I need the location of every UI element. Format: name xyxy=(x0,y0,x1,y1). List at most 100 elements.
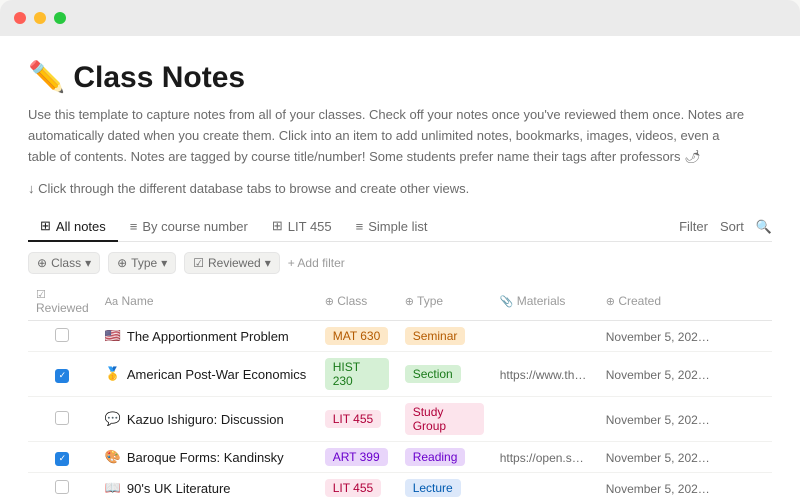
tab-all-notes[interactable]: ⊞ All notes xyxy=(28,212,118,242)
col-type: ⊕ Type xyxy=(397,282,492,321)
class-badge-0: MAT 630 xyxy=(325,327,389,345)
class-badge-1: HIST 230 xyxy=(325,358,389,390)
titlebar xyxy=(0,0,800,36)
type-filter-label: Type xyxy=(131,256,157,270)
row-title-0: The Apportionment Problem xyxy=(127,329,289,344)
created-date-2: November 5, 202… xyxy=(606,413,710,427)
tab-by-course-label: By course number xyxy=(142,219,248,234)
cell-type-3: Reading xyxy=(397,442,492,473)
checkbox-2[interactable] xyxy=(55,411,69,425)
tab-lit455[interactable]: ⊞ LIT 455 xyxy=(260,212,344,242)
row-emoji-2: 💬 xyxy=(105,411,121,427)
tab-all-notes-label: All notes xyxy=(56,219,106,234)
minimize-dot[interactable] xyxy=(34,12,46,24)
cell-created-4: November 5, 202… xyxy=(598,473,772,500)
cell-class-2: LIT 455 xyxy=(317,397,397,442)
type-filter-icon: ⊕ xyxy=(117,256,127,270)
table-row[interactable]: 🎨 Baroque Forms: Kandinsky ART 399 Readi… xyxy=(28,442,772,473)
cell-class-3: ART 399 xyxy=(317,442,397,473)
reviewed-filter-chevron: ▾ xyxy=(265,256,271,270)
class-badge-2: LIT 455 xyxy=(325,410,381,428)
table-header-row: ☑ Reviewed Aa Name ⊕ Class ⊕ Type 📎 Mate… xyxy=(28,282,772,321)
tab-actions: Filter Sort 🔍 xyxy=(679,219,772,235)
table-row[interactable]: 🇺🇸 The Apportionment Problem MAT 630 Sem… xyxy=(28,321,772,352)
checkbox-4[interactable] xyxy=(55,480,69,494)
type-badge-3: Reading xyxy=(405,448,466,466)
created-date-3: November 5, 202… xyxy=(606,451,710,465)
cell-reviewed-4 xyxy=(28,473,97,500)
tab-simple-list[interactable]: ≡ Simple list xyxy=(344,213,440,242)
checkbox-0[interactable] xyxy=(55,328,69,342)
materials-link-3[interactable]: https://open.s… xyxy=(500,451,584,465)
add-filter-label: + Add filter xyxy=(288,256,345,270)
cell-materials-3: https://open.s… xyxy=(492,442,598,473)
cell-name-2: 💬 Kazuo Ishiguro: Discussion xyxy=(97,397,317,442)
cell-name-0: 🇺🇸 The Apportionment Problem xyxy=(97,321,317,352)
add-filter-button[interactable]: + Add filter xyxy=(288,256,345,270)
filter-button[interactable]: Filter xyxy=(679,219,708,234)
row-emoji-0: 🇺🇸 xyxy=(105,328,121,344)
cell-reviewed-0 xyxy=(28,321,97,352)
cell-class-1: HIST 230 xyxy=(317,352,397,397)
tab-bar: ⊞ All notes ≡ By course number ⊞ LIT 455… xyxy=(28,212,772,242)
checkbox-3[interactable] xyxy=(55,452,69,466)
cell-created-2: November 5, 202… xyxy=(598,397,772,442)
reviewed-filter-icon: ☑ xyxy=(193,256,204,270)
cell-reviewed-2 xyxy=(28,397,97,442)
cell-materials-1: https://www.th… xyxy=(492,352,598,397)
title-emoji: ✏️ xyxy=(28,60,65,95)
tab-by-course[interactable]: ≡ By course number xyxy=(118,213,260,242)
type-badge-0: Seminar xyxy=(405,327,466,345)
cell-name-4: 📖 90's UK Literature xyxy=(97,473,317,500)
created-date-4: November 5, 202… xyxy=(606,482,710,496)
row-title-3: Baroque Forms: Kandinsky xyxy=(127,450,284,465)
reviewed-filter[interactable]: ☑ Reviewed ▾ xyxy=(184,252,280,274)
search-icon[interactable]: 🔍 xyxy=(756,219,772,235)
class-filter-chevron: ▾ xyxy=(85,256,91,270)
cell-materials-0 xyxy=(492,321,598,352)
cell-reviewed-3 xyxy=(28,442,97,473)
type-badge-1: Section xyxy=(405,365,461,383)
cell-name-1: 🥇 American Post-War Economics xyxy=(97,352,317,397)
cell-type-2: Study Group xyxy=(397,397,492,442)
sort-button[interactable]: Sort xyxy=(720,219,744,234)
class-filter[interactable]: ⊕ Class ▾ xyxy=(28,252,100,274)
title-text: Class Notes xyxy=(73,61,245,95)
table-row[interactable]: 🥇 American Post-War Economics HIST 230 S… xyxy=(28,352,772,397)
tab-lit455-label: LIT 455 xyxy=(288,219,332,234)
col-name: Aa Name xyxy=(97,282,317,321)
row-title-1: American Post-War Economics xyxy=(127,367,306,382)
tab-by-course-icon: ≡ xyxy=(130,219,138,234)
col-created: ⊕ Created xyxy=(598,282,772,321)
table-row[interactable]: 📖 90's UK Literature LIT 455 Lecture Nov… xyxy=(28,473,772,500)
type-badge-4: Lecture xyxy=(405,479,461,497)
table-row[interactable]: 💬 Kazuo Ishiguro: Discussion LIT 455 Stu… xyxy=(28,397,772,442)
row-emoji-4: 📖 xyxy=(105,480,121,496)
reviewed-filter-label: Reviewed xyxy=(208,256,261,270)
class-badge-4: LIT 455 xyxy=(325,479,381,497)
created-date-0: November 5, 202… xyxy=(606,330,710,344)
col-class: ⊕ Class xyxy=(317,282,397,321)
type-badge-2: Study Group xyxy=(405,403,484,435)
page-title: ✏️ Class Notes xyxy=(28,60,772,95)
page-hint: ↓ Click through the different database t… xyxy=(28,181,772,196)
class-filter-label: Class xyxy=(51,256,81,270)
cell-materials-2 xyxy=(492,397,598,442)
close-dot[interactable] xyxy=(14,12,26,24)
tab-all-notes-icon: ⊞ xyxy=(40,218,51,234)
cell-materials-4 xyxy=(492,473,598,500)
main-content: ✏️ Class Notes Use this template to capt… xyxy=(0,36,800,500)
tab-simple-list-icon: ≡ xyxy=(356,219,364,234)
row-emoji-3: 🎨 xyxy=(105,449,121,465)
cell-type-4: Lecture xyxy=(397,473,492,500)
checkbox-1[interactable] xyxy=(55,369,69,383)
cell-created-0: November 5, 202… xyxy=(598,321,772,352)
col-reviewed: ☑ Reviewed xyxy=(28,282,97,321)
cell-class-0: MAT 630 xyxy=(317,321,397,352)
type-filter-chevron: ▾ xyxy=(161,256,167,270)
maximize-dot[interactable] xyxy=(54,12,66,24)
class-badge-3: ART 399 xyxy=(325,448,388,466)
type-filter[interactable]: ⊕ Type ▾ xyxy=(108,252,176,274)
filter-bar: ⊕ Class ▾ ⊕ Type ▾ ☑ Reviewed ▾ + Add fi… xyxy=(28,252,772,274)
materials-link-1[interactable]: https://www.th… xyxy=(500,368,587,382)
